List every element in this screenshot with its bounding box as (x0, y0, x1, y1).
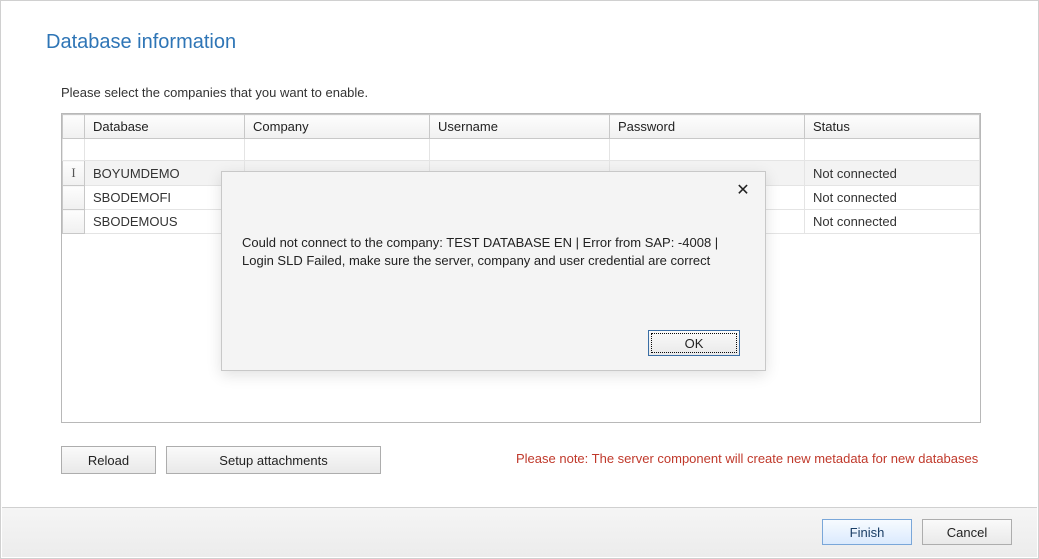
reload-button[interactable]: Reload (61, 446, 156, 474)
col-status[interactable]: Status (805, 115, 980, 139)
cell-status: Not connected (805, 186, 980, 210)
row-handle[interactable] (63, 210, 85, 234)
col-password[interactable]: Password (610, 115, 805, 139)
col-database[interactable]: Database (85, 115, 245, 139)
ok-button[interactable]: OK (648, 330, 740, 356)
setup-attachments-button[interactable]: Setup attachments (166, 446, 381, 474)
row-handle[interactable]: I (63, 161, 85, 186)
wizard-footer: Finish Cancel (2, 507, 1037, 557)
close-icon[interactable]: ✕ (733, 182, 753, 202)
error-dialog: ✕ Could not connect to the company: TEST… (221, 171, 766, 371)
finish-button[interactable]: Finish (822, 519, 912, 545)
error-message: Could not connect to the company: TEST D… (242, 234, 725, 269)
wizard-page: Database information Please select the c… (0, 0, 1039, 559)
cell-status: Not connected (805, 161, 980, 186)
filter-database[interactable] (85, 139, 245, 161)
metadata-warning: Please note: The server component will c… (516, 451, 978, 466)
row-handle[interactable] (63, 186, 85, 210)
page-title: Database information (46, 31, 236, 54)
filter-company[interactable] (245, 139, 430, 161)
row-handle-header (63, 115, 85, 139)
instruction-text: Please select the companies that you wan… (61, 85, 368, 100)
filter-handle (63, 139, 85, 161)
col-username[interactable]: Username (430, 115, 610, 139)
cell-status: Not connected (805, 210, 980, 234)
filter-password[interactable] (610, 139, 805, 161)
cancel-button[interactable]: Cancel (922, 519, 1012, 545)
filter-row[interactable] (63, 139, 980, 161)
col-company[interactable]: Company (245, 115, 430, 139)
filter-status[interactable] (805, 139, 980, 161)
table-header-row: Database Company Username Password Statu… (63, 115, 980, 139)
filter-username[interactable] (430, 139, 610, 161)
